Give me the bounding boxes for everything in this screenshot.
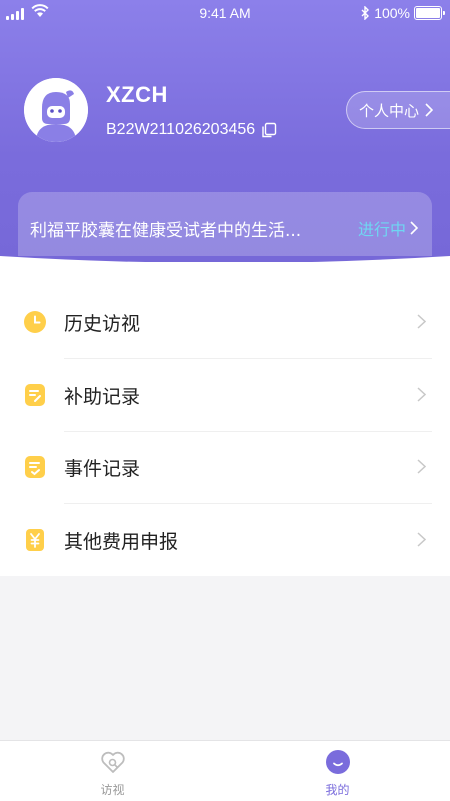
menu-list: 历史访视 补助记录 事件记录 其他费用申报 [0, 262, 450, 576]
chevron-right-icon [417, 314, 426, 329]
menu-item-event-record[interactable]: 事件记录 [0, 431, 450, 503]
user-id-row: B22W211026203456 [106, 121, 277, 139]
profile-header: 9:41 AM 100% XZCH B22W211026203456 个人中心 [0, 0, 450, 262]
chevron-right-icon [417, 532, 426, 547]
menu-item-history-visit[interactable]: 历史访视 [0, 286, 450, 358]
menu-label-other-expense: 其他费用申报 [64, 531, 179, 553]
bluetooth-icon [361, 6, 370, 20]
tab-mine-label: 我的 [325, 783, 350, 797]
study-status-label: 进行中 [357, 220, 406, 239]
tab-visit[interactable]: 访视 [0, 741, 225, 801]
bottom-tab-bar: 访视 我的 [0, 740, 450, 801]
checklist-icon [25, 456, 45, 478]
chevron-right-icon [410, 221, 418, 235]
menu-label-subsidy-record: 补助记录 [64, 386, 141, 408]
heart-search-icon [101, 751, 125, 773]
menu-item-other-expense[interactable]: 其他费用申报 [0, 504, 450, 576]
user-id: B22W211026203456 [106, 121, 256, 138]
smile-icon [326, 750, 350, 774]
battery-percent: 100% [374, 5, 410, 21]
clock-icon [24, 311, 46, 333]
note-icon [25, 384, 45, 406]
avatar[interactable] [24, 78, 88, 142]
study-title: 利福平胶囊在健康受试者中的生活... [30, 221, 302, 241]
tab-mine[interactable]: 我的 [225, 741, 450, 801]
copy-icon[interactable] [261, 122, 277, 138]
study-status: 进行中 [358, 216, 418, 240]
robot-avatar-icon [24, 78, 88, 142]
personal-center-label: 个人中心 [359, 101, 420, 120]
chevron-right-icon [425, 103, 434, 117]
menu-label-history-visit: 历史访视 [64, 313, 141, 335]
username: XZCH [106, 82, 168, 107]
menu-item-subsidy-record[interactable]: 补助记录 [0, 359, 450, 431]
tab-visit-label: 访视 [100, 783, 125, 797]
battery-icon [414, 6, 445, 20]
chevron-right-icon [417, 459, 426, 474]
personal-center-button[interactable]: 个人中心 [346, 91, 450, 129]
yen-icon [26, 529, 44, 551]
status-bar: 9:41 AM 100% [0, 0, 450, 26]
menu-label-event-record: 事件记录 [64, 458, 141, 480]
chevron-right-icon [417, 387, 426, 402]
